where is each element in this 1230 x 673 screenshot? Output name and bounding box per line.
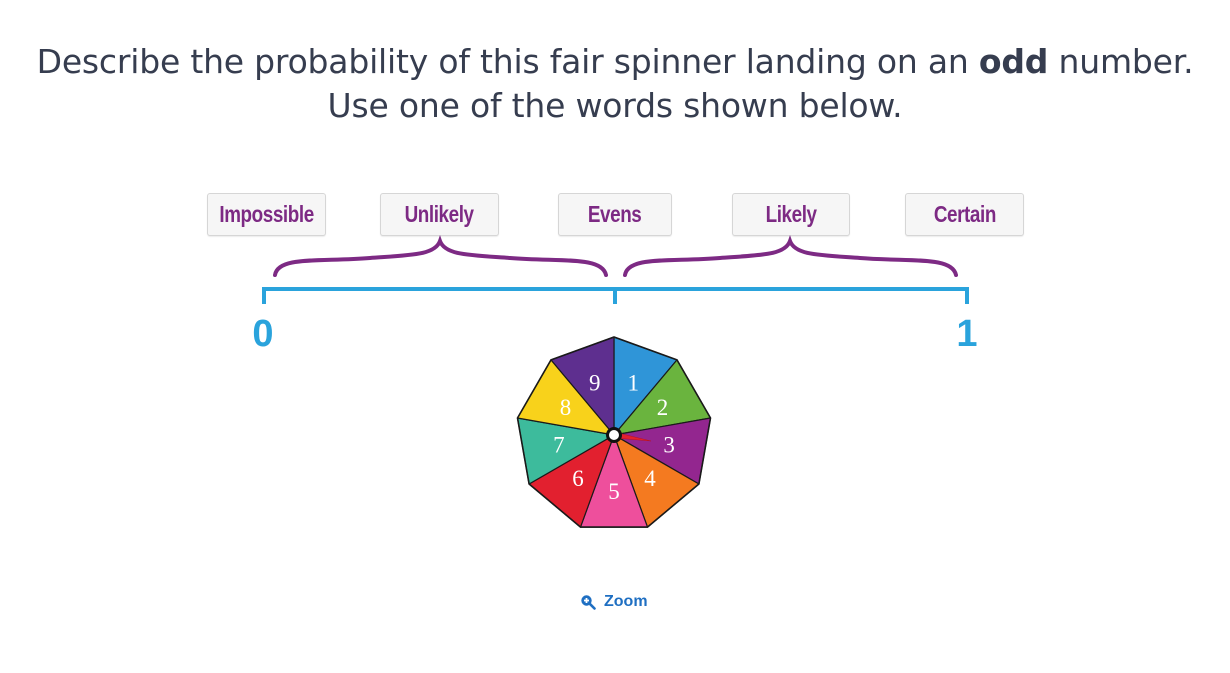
zoom-label: Zoom [604,593,648,610]
spinner-number-1: 1 [627,370,639,395]
spinner-number-3: 3 [663,433,675,458]
spinner-number-8: 8 [560,395,572,420]
spinner-number-7: 7 [553,433,565,458]
right-bracket [623,235,958,277]
scale-label-end: 1 [956,313,977,355]
spinner-number-9: 9 [589,370,601,395]
probability-scale: 0 1 [252,235,978,355]
zoom-in-icon [581,595,596,610]
spinner-number-4: 4 [644,466,656,491]
zoom-button[interactable]: Zoom [580,590,648,614]
spinner-number-2: 2 [657,395,669,420]
left-bracket [273,235,608,277]
spinner-number-5: 5 [608,479,620,504]
spinner-hub [606,427,622,443]
spinner-number-6: 6 [572,466,584,491]
spinner: 12 34567 89 [516,336,712,528]
scale-label-start: 0 [252,313,273,355]
